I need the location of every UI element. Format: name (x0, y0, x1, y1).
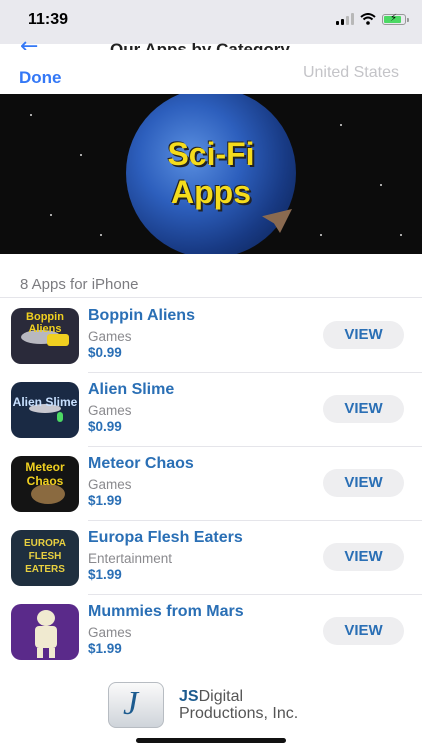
app-icon: EUROPA FLESH EATERS (11, 530, 79, 586)
developer-brand: JSDigital Productions, Inc. (179, 688, 298, 722)
app-name[interactable]: Europa Flesh Eaters (88, 529, 243, 547)
app-name[interactable]: Meteor Chaos (88, 455, 194, 473)
status-icons: ⚡ (336, 13, 409, 25)
view-button[interactable]: VIEW (323, 543, 404, 571)
app-list-sheet: Done United States Sci-Fi Apps 8 Apps fo… (0, 50, 422, 750)
brand-digital: Digital (198, 688, 244, 705)
view-button[interactable]: VIEW (323, 395, 404, 423)
app-category: Games (88, 625, 132, 640)
app-icon: Boppin Aliens (11, 308, 79, 364)
cellular-signal-icon (336, 13, 354, 25)
app-row[interactable]: Alien Slime Alien Slime Games $0.99 VIEW (0, 373, 422, 447)
app-price: $1.99 (88, 493, 122, 508)
view-button[interactable]: VIEW (323, 617, 404, 645)
battery-icon: ⚡ (382, 13, 409, 25)
app-icon: Alien Slime (11, 382, 79, 438)
developer-logo-icon: J (108, 682, 164, 728)
app-category: Games (88, 477, 132, 492)
app-row[interactable]: Boppin Aliens Boppin Aliens Games $0.99 … (0, 299, 422, 373)
done-button[interactable]: Done (19, 68, 62, 88)
sheet-nav-bar: Done United States (0, 50, 422, 94)
wifi-icon (360, 13, 376, 25)
app-row[interactable]: Mummies from Mars Games $1.99 VIEW (0, 595, 422, 669)
apps-count-header: 8 Apps for iPhone (20, 276, 139, 293)
app-row[interactable]: EUROPA FLESH EATERS Europa Flesh Eaters … (0, 521, 422, 595)
divider (0, 297, 422, 298)
app-price: $0.99 (88, 419, 122, 434)
home-indicator[interactable] (136, 738, 286, 743)
app-price: $0.99 (88, 345, 122, 360)
app-name[interactable]: Alien Slime (88, 381, 174, 399)
app-category: Entertainment (88, 551, 173, 566)
app-category: Games (88, 403, 132, 418)
status-time: 11:39 (28, 11, 69, 28)
app-price: $1.99 (88, 567, 122, 582)
app-category: Games (88, 329, 132, 344)
app-icon: Meteor Chaos (11, 456, 79, 512)
banner-title-line1: Sci-Fi (167, 136, 255, 172)
app-icon (11, 604, 79, 660)
brand-line2: Productions, Inc. (179, 705, 299, 722)
app-row[interactable]: Meteor Chaos Meteor Chaos Games $1.99 VI… (0, 447, 422, 521)
banner-title-line2: Apps (171, 174, 251, 210)
brand-js: JS (179, 688, 199, 705)
app-price: $1.99 (88, 641, 122, 656)
view-button[interactable]: VIEW (323, 469, 404, 497)
app-name[interactable]: Boppin Aliens (88, 307, 195, 325)
view-button[interactable]: VIEW (323, 321, 404, 349)
category-banner: Sci-Fi Apps (0, 94, 422, 254)
app-name[interactable]: Mummies from Mars (88, 603, 244, 621)
country-label: United States (302, 64, 399, 81)
